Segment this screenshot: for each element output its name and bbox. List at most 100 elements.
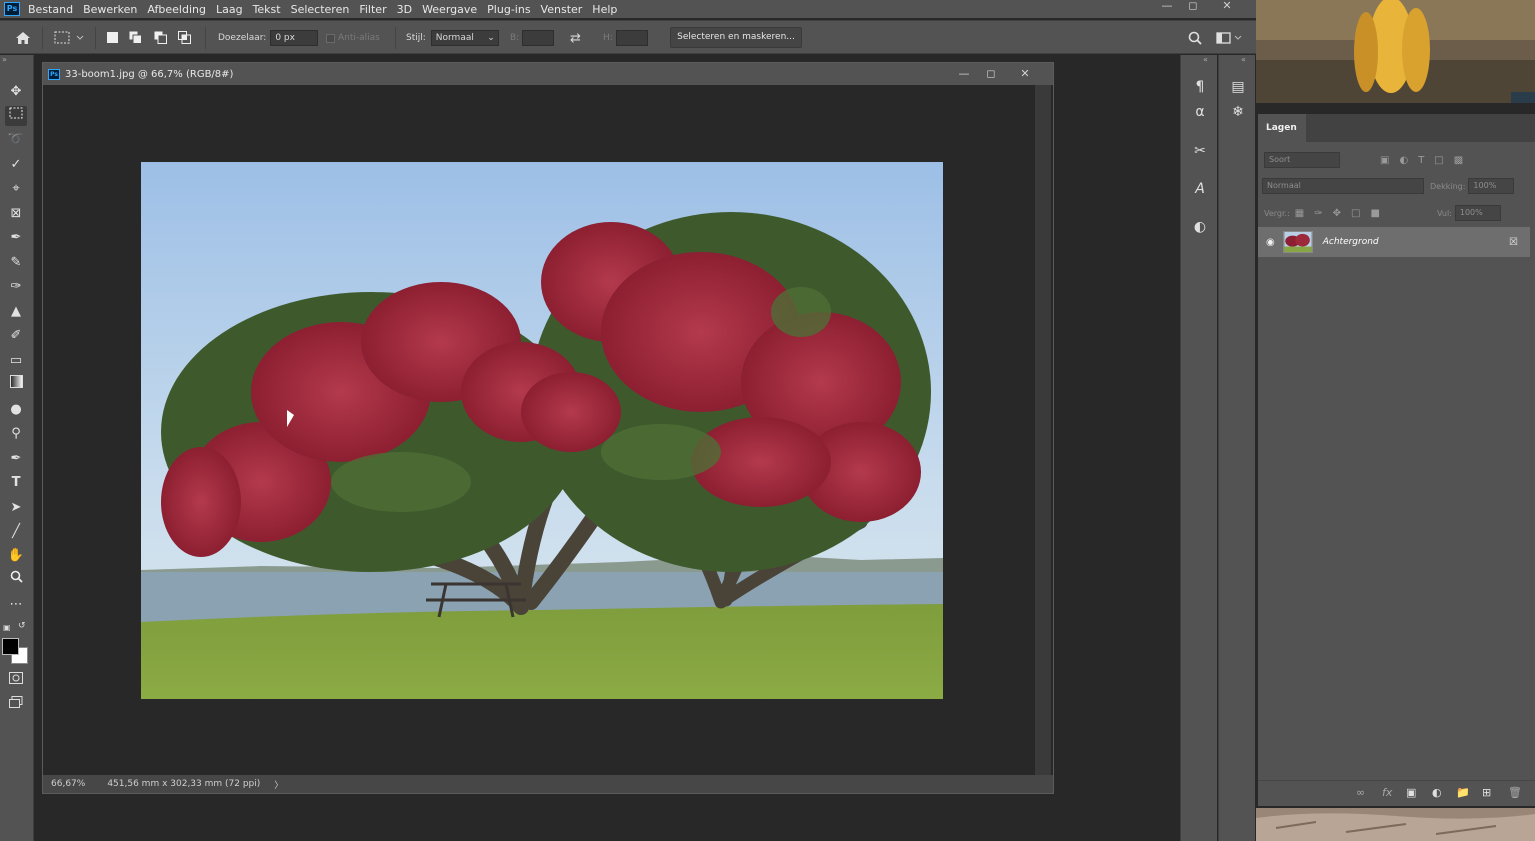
subtract-selection-icon[interactable] (154, 31, 167, 44)
layer-mask-icon[interactable]: ▣ (1406, 786, 1416, 799)
menu-selecteren[interactable]: Selecteren (291, 3, 350, 16)
opacity-input[interactable]: 100% (1468, 178, 1515, 194)
close-icon[interactable]: ✕ (1215, 0, 1239, 14)
character-icon[interactable]: A (1189, 179, 1211, 199)
menu-venster[interactable]: Venster (541, 3, 583, 16)
maximize-icon[interactable]: ◻ (1181, 0, 1205, 14)
menu-plug-ins[interactable]: Plug-ins (487, 3, 530, 16)
layer-row[interactable]: ◉ Achtergrond ☒ (1258, 227, 1530, 257)
marquee-preset-icon[interactable] (54, 21, 84, 55)
fill-input[interactable]: 100% (1454, 205, 1501, 221)
menu-help[interactable]: Help (592, 3, 617, 16)
new-adjustment-icon[interactable]: ◐ (1432, 786, 1442, 799)
document-minimize-icon[interactable]: — (955, 66, 973, 82)
paragraph-icon[interactable]: ¶ (1189, 77, 1211, 97)
filter-shape-icon[interactable]: □ (1434, 155, 1443, 166)
height-input[interactable] (615, 30, 648, 46)
line-tool-icon[interactable]: ╱ (5, 522, 27, 542)
screen-mode-icon[interactable] (5, 695, 27, 715)
tab-lagen[interactable]: Lagen (1258, 114, 1306, 142)
document-close-icon[interactable]: ✕ (1016, 66, 1034, 82)
menu-bewerken[interactable]: Bewerken (83, 3, 137, 16)
delete-layer-icon[interactable]: 🗑 (1508, 786, 1522, 799)
canvas-area[interactable] (45, 85, 1033, 775)
zoom-tool-icon[interactable] (5, 570, 27, 590)
blur-tool-icon[interactable]: ● (5, 400, 27, 420)
histogram-icon[interactable]: ▤ (1227, 77, 1249, 97)
healing-brush-tool-icon[interactable]: ✎ (5, 253, 27, 273)
document-title-bar[interactable]: Ps 33-boom1.jpg @ 66,7% (RGB/8#) — ◻ ✕ (43, 63, 1053, 85)
lock-all-icon[interactable]: ■ (1370, 208, 1379, 219)
blend-mode-select[interactable]: Normaal (1262, 178, 1424, 194)
eraser-tool-icon[interactable]: ▭ (5, 351, 27, 371)
workspace-icon[interactable] (1216, 21, 1242, 55)
adjustments-icon[interactable]: ◐ (1189, 217, 1211, 237)
new-layer-icon[interactable]: ⊞ (1482, 786, 1491, 799)
lock-transparent-icon[interactable]: ▦ (1295, 208, 1304, 219)
intersect-selection-icon[interactable] (178, 31, 191, 44)
status-arrow-icon[interactable]: 〉 (274, 778, 283, 791)
swap-dimensions-icon[interactable]: ⇄ (570, 21, 581, 55)
collapse-icon[interactable]: » (2, 55, 7, 64)
move-tool-icon[interactable]: ✥ (5, 82, 27, 102)
menu-laag[interactable]: Laag (216, 3, 243, 16)
menu-bestand[interactable]: Bestand (28, 3, 73, 16)
clone-stamp-tool-icon[interactable]: ▲ (5, 302, 27, 322)
new-group-icon[interactable]: 📁 (1456, 786, 1470, 799)
visibility-eye-icon[interactable]: ◉ (1266, 237, 1275, 248)
eyedropper-tool-icon[interactable]: ✒ (5, 228, 27, 248)
navigator-icon[interactable]: ❄ (1227, 102, 1249, 122)
crop-tool-icon[interactable]: ⌖ (5, 179, 27, 199)
home-icon[interactable] (14, 21, 32, 55)
new-selection-icon[interactable] (106, 31, 119, 44)
quick-mask-icon[interactable] (5, 671, 27, 691)
collapse-right-icon[interactable]: « (1241, 55, 1246, 64)
rectangular-marquee-tool-icon[interactable] (5, 106, 27, 126)
layer-filter-select[interactable]: Soort (1264, 152, 1340, 168)
more-tools-icon[interactable]: ⋯ (5, 595, 27, 615)
swap-colors-icon[interactable]: ↺ (18, 621, 26, 631)
antialias-checkbox[interactable] (326, 33, 335, 43)
lock-artboard-icon[interactable]: □ (1351, 208, 1360, 219)
feather-input[interactable]: 0 px (270, 30, 319, 46)
lock-image-icon[interactable]: ✑ (1314, 208, 1322, 219)
pen-tool-icon[interactable]: ✒ (5, 449, 27, 469)
document-maximize-icon[interactable]: ◻ (982, 66, 1000, 82)
menu-tekst[interactable]: Tekst (253, 3, 281, 16)
gradient-tool-icon[interactable] (5, 375, 27, 395)
link-layers-icon[interactable]: ∞ (1356, 786, 1365, 799)
layer-name[interactable]: Achtergrond (1323, 237, 1379, 247)
brush-settings-icon[interactable]: ✂ (1189, 141, 1211, 161)
layer-lock-icon[interactable]: ☒ (1509, 237, 1518, 248)
document-image[interactable] (141, 162, 943, 699)
history-brush-tool-icon[interactable]: ✐ (5, 326, 27, 346)
select-and-mask-button[interactable]: Selecteren en maskeren... (670, 27, 802, 48)
search-icon[interactable] (1188, 21, 1202, 55)
layer-style-icon[interactable]: fx (1382, 786, 1392, 799)
photoshop-logo-icon[interactable]: Ps (4, 2, 20, 16)
zoom-level[interactable]: 66,67% (51, 779, 85, 789)
hand-tool-icon[interactable]: ✋ (5, 546, 27, 566)
path-selection-tool-icon[interactable]: ➤ (5, 498, 27, 518)
filter-type-icon[interactable]: T (1418, 155, 1424, 166)
brush-tool-icon[interactable]: ✑ (5, 277, 27, 297)
type-tool-icon[interactable]: T (5, 473, 27, 493)
lock-position-icon[interactable]: ✥ (1333, 208, 1341, 219)
collapse-left-icon[interactable]: « (1203, 55, 1208, 64)
filter-image-icon[interactable]: ▣ (1380, 155, 1389, 166)
minimize-icon[interactable]: — (1155, 0, 1179, 14)
style-select[interactable]: Normaal ⌄ (430, 30, 499, 46)
width-input[interactable] (522, 30, 555, 46)
menu-weergave[interactable]: Weergave (422, 3, 477, 16)
foreground-color-swatch[interactable] (2, 638, 19, 655)
menu-3d[interactable]: 3D (397, 3, 412, 16)
lasso-tool-icon[interactable]: ➰ (5, 130, 27, 150)
filter-adjustment-icon[interactable]: ◐ (1399, 155, 1408, 166)
default-colors-icon[interactable]: ▣ (3, 623, 11, 632)
quick-selection-tool-icon[interactable]: ✓ (5, 155, 27, 175)
vertical-scrollbar[interactable] (1035, 85, 1051, 775)
menu-afbeelding[interactable]: Afbeelding (147, 3, 206, 16)
frame-tool-icon[interactable]: ⊠ (5, 204, 27, 224)
filter-smart-object-icon[interactable]: ▩ (1454, 155, 1463, 166)
menu-filter[interactable]: Filter (359, 3, 386, 16)
